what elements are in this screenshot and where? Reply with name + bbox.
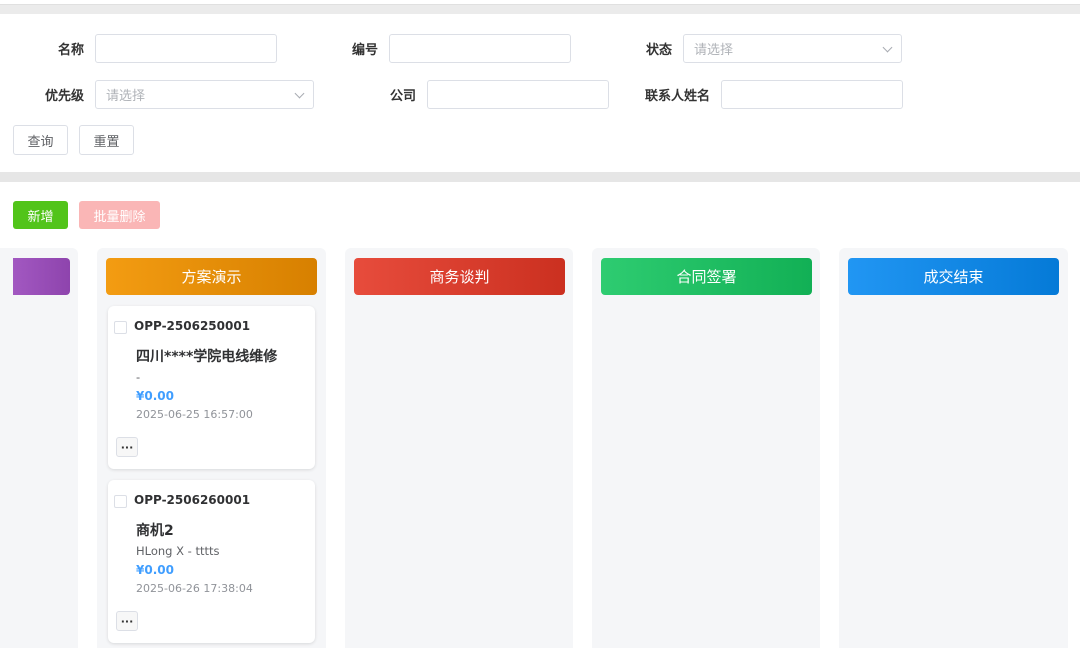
batch-delete-button[interactable]: 批量删除 [79, 201, 160, 229]
status-label: 状态 [645, 43, 672, 58]
kanban-section: 新增 批量删除 方案演示 OPP-2506250001 四川****学院电线维修… [0, 182, 1080, 648]
card-amount: ¥0.00 [136, 389, 174, 403]
priority-select[interactable]: 请选择 [95, 80, 314, 109]
card-checkbox[interactable] [114, 495, 127, 508]
card-title: 四川****学院电线维修 [136, 349, 278, 365]
opportunity-card[interactable]: OPP-2506250001 四川****学院电线维修 - ¥0.00 2025… [108, 306, 315, 469]
reset-button[interactable]: 重置 [79, 125, 134, 155]
company-label: 公司 [389, 89, 416, 104]
company-input[interactable] [427, 80, 609, 109]
name-input[interactable] [95, 34, 277, 63]
company-filter: 公司 [300, 80, 609, 109]
card-code: OPP-2506260001 [134, 493, 251, 507]
opportunity-card[interactable]: OPP-2506260001 商机2 HLong X - tttts ¥0.00… [108, 480, 315, 643]
kanban-column-partial [0, 248, 78, 648]
priority-filter: 优先级 请选择 [0, 80, 314, 109]
column-header-contract: 合同签署 [601, 258, 812, 295]
status-select[interactable]: 请选择 [683, 34, 902, 63]
contact-input[interactable] [721, 80, 903, 109]
column-header-demo: 方案演示 [106, 258, 317, 295]
add-button[interactable]: 新增 [13, 201, 68, 229]
code-input[interactable] [389, 34, 571, 63]
kanban-column-closed: 成交结束 [839, 248, 1068, 648]
code-filter: 编号 [300, 34, 571, 63]
more-icon[interactable]: ··· [116, 611, 138, 631]
card-subtitle: HLong X - tttts [136, 544, 220, 558]
filter-panel: 名称 编号 状态 请选择 优先级 请选择 公司 联系人姓名 查询 重置 [0, 14, 1080, 172]
card-time: 2025-06-26 17:38:04 [136, 582, 253, 595]
top-divider [0, 0, 1080, 14]
code-label: 编号 [351, 43, 378, 58]
more-icon[interactable]: ··· [116, 437, 138, 457]
chevron-down-icon [882, 42, 893, 53]
card-time: 2025-06-25 16:57:00 [136, 408, 253, 421]
name-filter: 名称 [0, 34, 277, 63]
column-header-negotiation: 商务谈判 [354, 258, 565, 295]
card-subtitle: - [136, 370, 141, 384]
status-placeholder: 请选择 [694, 43, 734, 58]
name-label: 名称 [57, 43, 84, 58]
card-title: 商机2 [136, 523, 174, 539]
priority-label: 优先级 [44, 89, 84, 104]
card-checkbox[interactable] [114, 321, 127, 334]
section-divider [0, 172, 1080, 182]
query-button[interactable]: 查询 [13, 125, 68, 155]
column-header-partial [13, 258, 70, 295]
column-header-closed: 成交结束 [848, 258, 1059, 295]
priority-placeholder: 请选择 [106, 89, 146, 104]
card-amount: ¥0.00 [136, 563, 174, 577]
contact-filter: 联系人姓名 [600, 80, 903, 109]
status-filter: 状态 请选择 [600, 34, 902, 63]
contact-label: 联系人姓名 [644, 89, 710, 104]
kanban-column-negotiation: 商务谈判 [345, 248, 573, 648]
card-code: OPP-2506250001 [134, 319, 251, 333]
kanban-column-contract: 合同签署 [592, 248, 820, 648]
kanban-column-demo: 方案演示 OPP-2506250001 四川****学院电线维修 - ¥0.00… [97, 248, 326, 648]
